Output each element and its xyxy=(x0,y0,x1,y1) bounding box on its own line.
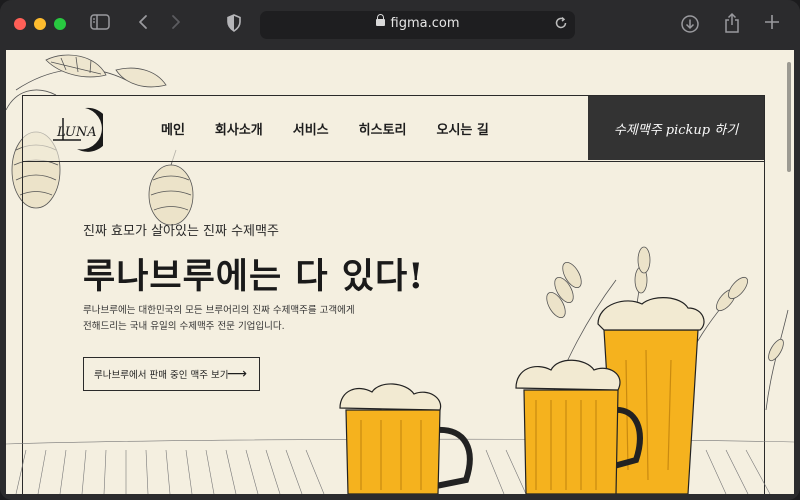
sidebar-icon[interactable] xyxy=(90,14,110,35)
logo-text: LUNA xyxy=(56,125,97,140)
nav-item-history[interactable]: 히스토리 xyxy=(359,119,407,138)
site-header: LUNA 메인 회사소개 서비스 히스토리 오시는 길 수제맥주 pickup … xyxy=(22,95,765,162)
reload-icon[interactable] xyxy=(554,16,568,34)
luna-logo[interactable]: LUNA xyxy=(51,104,110,154)
view-beers-label: 루나브루에서 판매 중인 맥주 보기 xyxy=(94,370,229,381)
beer-mugs-illustration xyxy=(339,297,705,494)
url-text: figma.com xyxy=(390,16,460,31)
back-icon[interactable] xyxy=(137,14,149,35)
browser-window: figma.com LUNA 메인 회사소개 서비스 히스토리 오시는 길 수제… xyxy=(0,0,800,500)
web-page: LUNA 메인 회사소개 서비스 히스토리 오시는 길 수제맥주 pickup … xyxy=(6,50,794,494)
maximize-window-button[interactable] xyxy=(54,18,66,30)
forward-icon[interactable] xyxy=(170,14,182,35)
pickup-button[interactable]: 수제맥주 pickup 하기 xyxy=(588,96,764,160)
nav-item-about[interactable]: 회사소개 xyxy=(215,119,263,138)
minimize-window-button[interactable] xyxy=(34,18,46,30)
close-window-button[interactable] xyxy=(14,18,26,30)
shield-icon[interactable] xyxy=(226,14,242,37)
view-beers-button[interactable]: 루나브루에서 판매 중인 맥주 보기 ⟶ xyxy=(83,357,260,391)
lock-icon xyxy=(375,14,385,26)
share-icon[interactable] xyxy=(723,12,741,39)
nav-item-directions[interactable]: 오시는 길 xyxy=(437,119,489,138)
browser-toolbar: figma.com xyxy=(0,0,800,50)
nav-item-services[interactable]: 서비스 xyxy=(293,119,329,138)
main-nav: 메인 회사소개 서비스 히스토리 오시는 길 xyxy=(161,96,519,160)
nav-item-main[interactable]: 메인 xyxy=(161,119,185,138)
download-icon[interactable] xyxy=(680,14,700,39)
address-bar[interactable]: figma.com xyxy=(260,11,575,39)
hero-subtitle: 진짜 효모가 살아있는 진짜 수제맥주 xyxy=(83,224,279,239)
arrow-right-icon: ⟶ xyxy=(226,366,247,382)
new-tab-icon[interactable] xyxy=(764,14,780,35)
page-scrollbar[interactable] xyxy=(787,62,791,172)
